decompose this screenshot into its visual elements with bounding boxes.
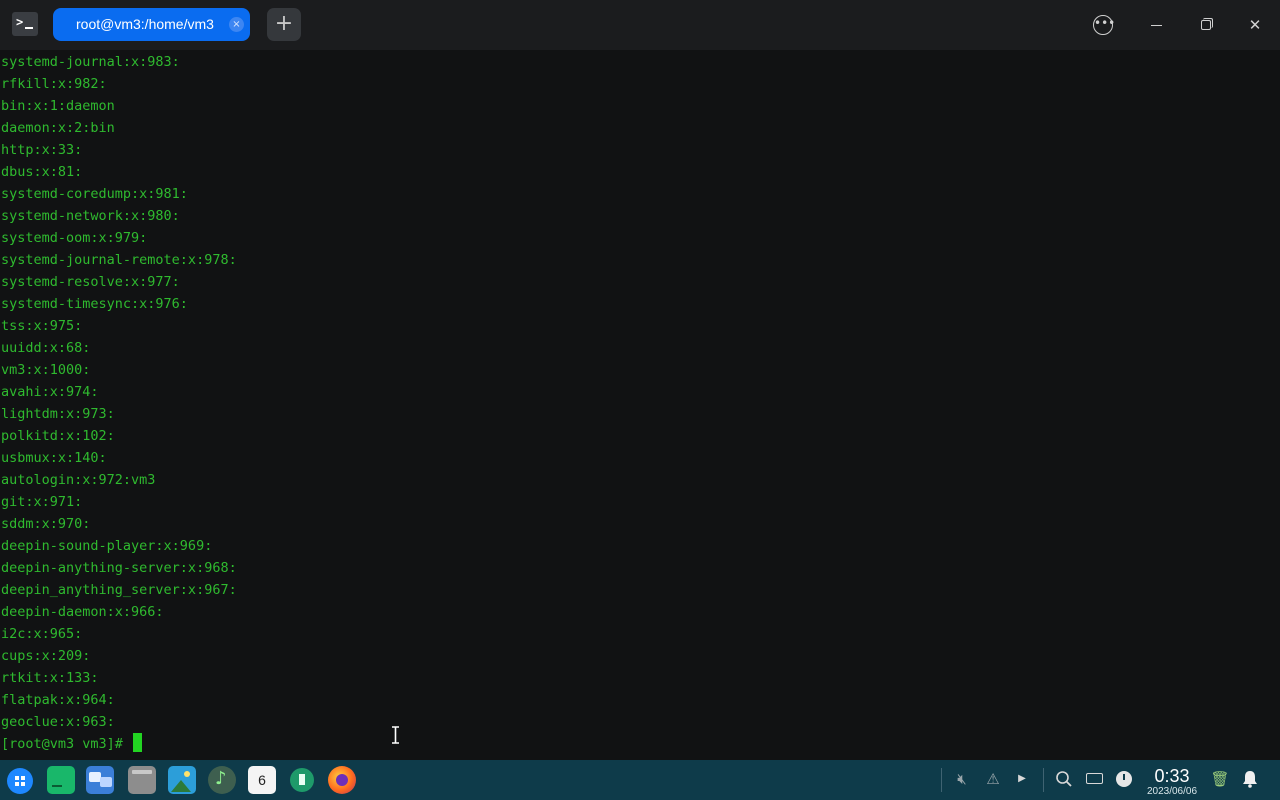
terminal-line: geoclue:x:963: [1,714,115,730]
prompt-text: [root@vm3 vm3]# [1,736,132,752]
minimize-icon [1151,25,1162,26]
title-bar: > root@vm3:/home/vm3 × + ••• ✕ [0,0,1280,50]
calendar-day: 6 [258,772,266,788]
music-icon[interactable]: ♪ [208,766,236,794]
prompt-underscore [25,27,33,29]
terminal-app-icon[interactable]: > [12,12,38,36]
terminal-line: cups:x:209: [1,648,91,664]
terminal-text: systemd-journal:x:983: rfkill:x:982: bin:x… [1,51,237,755]
folder-tab [132,770,152,774]
multitask-view-icon[interactable] [86,766,114,794]
terminal-line: systemd-resolve:x:977: [1,274,180,290]
terminal-line: avahi:x:974: [1,384,99,400]
restore-icon [1201,20,1211,30]
terminal-line: systemd-oom:x:979: [1,230,148,246]
terminal-line: vm3:x:1000: [1,362,91,378]
calendar-icon[interactable]: 6 [248,766,276,794]
mountain-glyph [171,780,191,792]
text-cursor-ibeam-icon [392,726,399,744]
file-manager-icon[interactable] [128,766,156,794]
terminal-line: deepin_anything_server:x:967: [1,582,237,598]
volume-muted-icon[interactable]: 🔇︎ [951,768,973,790]
store-arrow [299,774,305,785]
close-window-button[interactable]: ✕ [1243,13,1267,37]
tray-expand-icon[interactable]: ▶ [1011,768,1033,790]
terminal-icon[interactable] [47,766,75,794]
power-glyph [1116,771,1132,787]
terminal-bar [52,785,62,787]
terminal-line: i2c:x:965: [1,626,83,642]
terminal-line: deepin-daemon:x:966: [1,604,164,620]
clock[interactable]: 0:33 2023/06/06 [1140,766,1204,797]
terminal-line: deepin-anything-server:x:968: [1,560,237,576]
terminal-line: git:x:971: [1,494,83,510]
terminal-line: systemd-journal:x:983: [1,54,180,70]
keyboard-glyph [1085,773,1103,784]
terminal-line: flatpak:x:964: [1,692,115,708]
terminal-line: dbus:x:81: [1,164,83,180]
tray-divider-2 [1043,768,1044,792]
clock-time: 0:33 [1154,766,1190,786]
minimize-button[interactable] [1145,13,1169,37]
terminal-line: rtkit:x:133: [1,670,99,686]
power-icon[interactable] [1113,768,1135,790]
terminal-line: tss:x:975: [1,318,83,334]
terminal-line: usbmux:x:140: [1,450,107,466]
keyboard-icon[interactable] [1083,768,1105,790]
window-glyph-2 [100,777,112,787]
bell-glyph [1243,771,1257,788]
launcher-grid [15,776,25,786]
tab-title: root@vm3:/home/vm3 [76,16,214,32]
network-icon[interactable]: ⚠︎ [982,768,1004,790]
terminal-line: systemd-network:x:980: [1,208,180,224]
terminal-line: daemon:x:2:bin [1,120,115,136]
terminal-line: bin:x:1:daemon [1,98,115,114]
tab-close-icon[interactable]: × [229,17,244,32]
shell-prompt[interactable]: [root@vm3 vm3]# [1,733,237,755]
launcher-icon[interactable] [7,768,33,794]
prompt-glyph: > [16,15,24,29]
tab-terminal-session[interactable]: root@vm3:/home/vm3 × [53,8,250,41]
note-glyph: ♪ [215,768,227,789]
terminal-line: sddm:x:970: [1,516,91,532]
sun-glyph [184,771,190,777]
terminal-line: uuidd:x:68: [1,340,91,356]
terminal-output-area[interactable]: systemd-journal:x:983: rfkill:x:982: bin:x… [0,50,1280,760]
search-icon[interactable] [1053,768,1075,790]
new-tab-button[interactable]: + [267,8,301,41]
more-options-icon[interactable]: ••• [1093,15,1115,35]
block-cursor [133,733,143,752]
terminal-line: autologin:x:972:vm3 [1,472,156,488]
firefox-icon[interactable] [328,766,356,794]
image-viewer-icon[interactable] [168,766,196,794]
notification-bell-icon[interactable] [1239,768,1261,790]
terminal-line: systemd-journal-remote:x:978: [1,252,237,268]
tray-divider [941,768,942,792]
firefox-globe [336,774,348,786]
search-glyph [1056,771,1072,787]
terminal-line: systemd-coredump:x:981: [1,186,188,202]
terminal-line: lightdm:x:973: [1,406,115,422]
terminal-line: systemd-timesync:x:976: [1,296,188,312]
maximize-button[interactable] [1194,13,1218,37]
trash-icon[interactable]: 🗑︎ [1209,768,1231,790]
terminal-line: rfkill:x:982: [1,76,107,92]
terminal-line: deepin-sound-player:x:969: [1,538,213,554]
terminal-line: polkitd:x:102: [1,428,115,444]
terminal-line: http:x:33: [1,142,83,158]
app-store-icon[interactable] [288,766,316,794]
clock-date: 2023/06/06 [1146,786,1198,797]
